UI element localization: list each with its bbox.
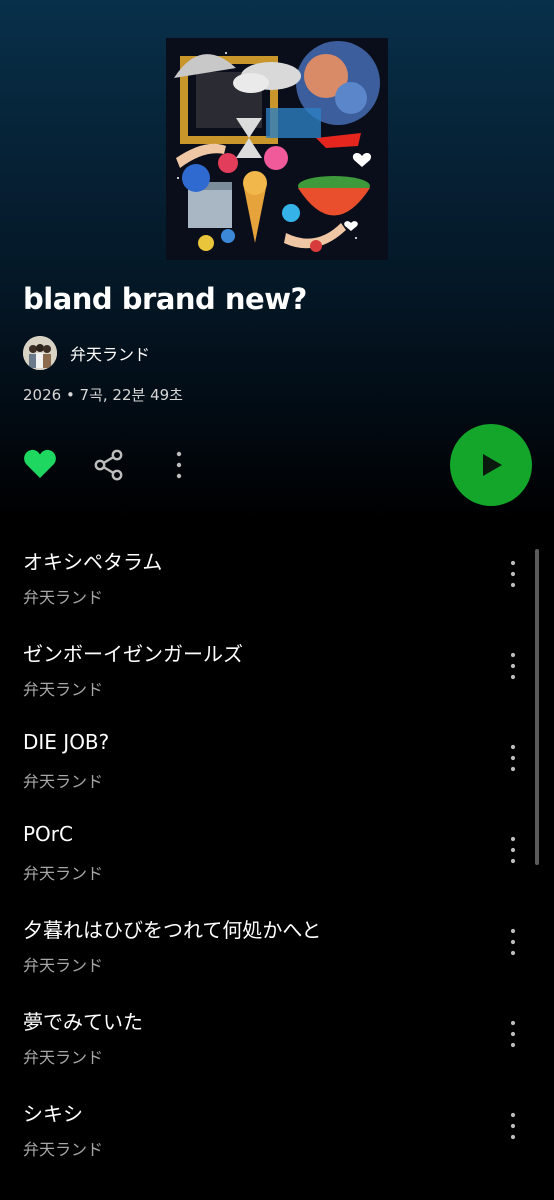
- track-more-button[interactable]: [503, 1111, 523, 1141]
- heart-icon: [24, 449, 56, 478]
- track-artist: 弁天ランド: [23, 1140, 104, 1159]
- track-row[interactable]: 夕暮れはひびをつれて何処かへと 弁天ランド: [0, 899, 554, 991]
- album-more-button[interactable]: [168, 449, 190, 481]
- album-cover: [166, 38, 388, 260]
- artist-avatar-icon: [23, 336, 57, 370]
- track-more-button[interactable]: [503, 743, 523, 773]
- track-artist: 弁天ランド: [23, 772, 104, 791]
- more-vertical-icon: [176, 451, 182, 479]
- track-artist: 弁天ランド: [23, 1048, 104, 1067]
- track-row[interactable]: 夢でみていた 弁天ランド: [0, 991, 554, 1083]
- track-title: シキシ: [23, 1102, 83, 1126]
- track-title: オキシペタラム: [23, 550, 163, 574]
- track-list: オキシペタラム 弁天ランド ゼンボーイゼンガールズ 弁天ランド DIE JOB?…: [0, 531, 554, 1175]
- track-title: 夢でみていた: [23, 1010, 143, 1034]
- scrollbar[interactable]: [535, 549, 539, 865]
- track-title: 夕暮れはひびをつれて何処かへと: [23, 918, 322, 942]
- more-vertical-icon: [510, 560, 516, 588]
- track-more-button[interactable]: [503, 1019, 523, 1049]
- like-button[interactable]: [23, 448, 57, 480]
- album-title: bland brand new?: [23, 282, 307, 316]
- more-vertical-icon: [510, 1112, 516, 1140]
- artist-name[interactable]: 弁天ランド: [70, 341, 150, 365]
- more-vertical-icon: [510, 652, 516, 680]
- track-more-button[interactable]: [503, 835, 523, 865]
- album-meta: 2026 • 7곡, 22분 49초: [23, 386, 183, 404]
- artist-row[interactable]: 弁天ランド: [23, 336, 150, 370]
- track-more-button[interactable]: [503, 927, 523, 957]
- more-vertical-icon: [510, 836, 516, 864]
- play-button[interactable]: [450, 424, 532, 506]
- share-icon: [94, 449, 123, 481]
- track-row[interactable]: オキシペタラム 弁天ランド: [0, 531, 554, 623]
- album-cover-art-icon: [166, 38, 388, 260]
- track-row[interactable]: シキシ 弁天ランド: [0, 1083, 554, 1175]
- more-vertical-icon: [510, 744, 516, 772]
- track-row[interactable]: ゼンボーイゼンガールズ 弁天ランド: [0, 623, 554, 715]
- track-more-button[interactable]: [503, 559, 523, 589]
- more-vertical-icon: [510, 928, 516, 956]
- more-vertical-icon: [510, 1020, 516, 1048]
- track-more-button[interactable]: [503, 651, 523, 681]
- play-icon: [483, 454, 502, 476]
- track-artist: 弁天ランド: [23, 956, 104, 975]
- share-button[interactable]: [93, 448, 127, 482]
- track-artist: 弁天ランド: [23, 588, 104, 607]
- track-row[interactable]: POrC 弁天ランド: [0, 807, 554, 899]
- artist-avatar[interactable]: [23, 336, 57, 370]
- track-artist: 弁天ランド: [23, 864, 104, 883]
- track-title: POrC: [23, 822, 73, 846]
- track-row[interactable]: DIE JOB? 弁天ランド: [0, 715, 554, 807]
- track-artist: 弁天ランド: [23, 680, 104, 699]
- track-title: DIE JOB?: [23, 730, 110, 754]
- track-title: ゼンボーイゼンガールズ: [23, 642, 243, 666]
